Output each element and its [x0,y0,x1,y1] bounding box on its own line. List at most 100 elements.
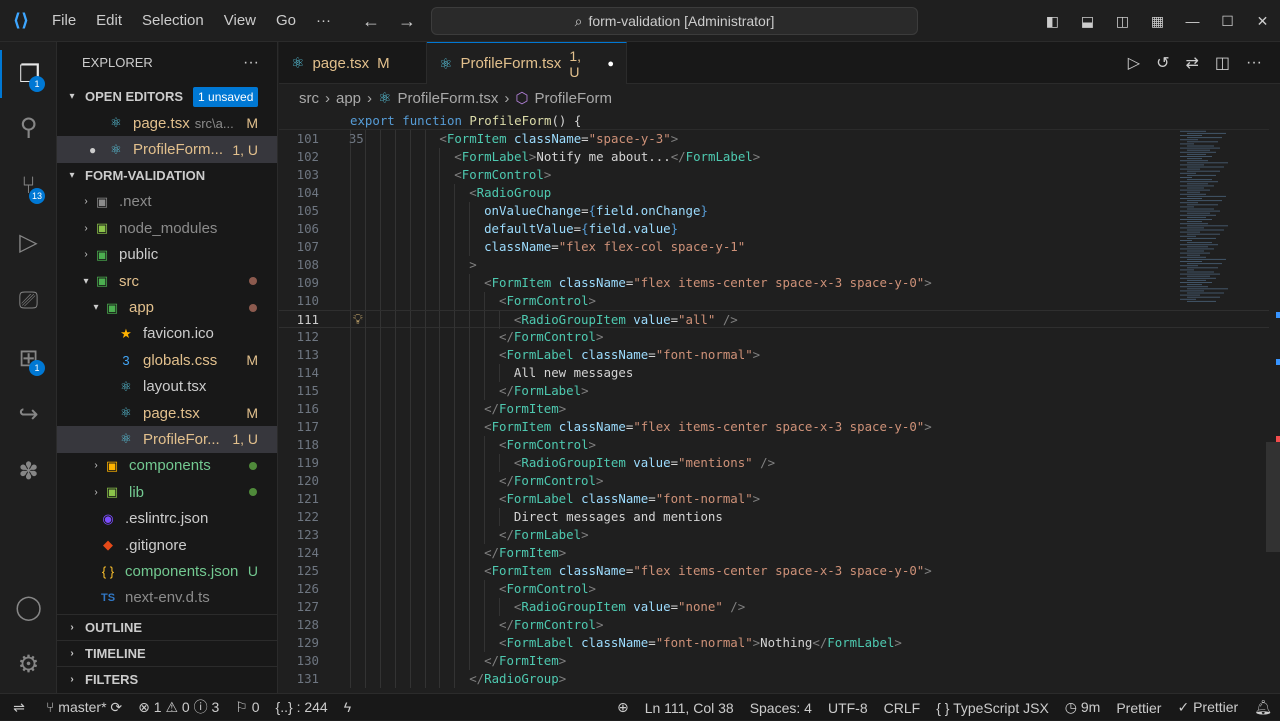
tree-item-lib[interactable]: › ▣ lib [57,479,277,505]
tree-item-profileform[interactable]: ⚛ ProfileFor... 1, U [57,426,277,453]
code-line[interactable]: 125 <FormItem className="flex items-cente… [279,562,1269,580]
branch-status[interactable]: ⑂ master* ⟳ [38,699,130,716]
code-line[interactable]: 117 <FormItem className="flex items-cente… [279,418,1269,436]
paw-icon[interactable]: ✽ [0,447,57,495]
filters-section[interactable]: › FILTERS [57,666,277,692]
code-line[interactable]: 102<FormLabel>Notify me about...</FormLa… [279,148,1269,166]
menu-view[interactable]: View [214,0,266,42]
minimap[interactable] [1176,112,1266,312]
code-line[interactable]: 120 </FormControl> [279,472,1269,490]
zoom-icon[interactable]: ⊕ [609,699,637,716]
code-line[interactable]: 130 </FormItem> [279,652,1269,670]
menu-go[interactable]: Go [266,0,306,42]
time-status[interactable]: ◷ 9m [1057,699,1109,716]
language-mode[interactable]: { } TypeScript JSX [928,700,1057,716]
code-line[interactable]: 116 </FormItem> [279,400,1269,418]
split-editor-icon[interactable]: ◫ [1215,53,1230,73]
back-arrow-icon[interactable]: ← [362,11,380,32]
manage-gear-icon[interactable]: ⚙ [0,640,57,688]
toggle-sidebar-icon[interactable]: ◧ [1035,13,1070,30]
open-editor-profileform[interactable]: ● ⚛ ProfileForm... 1, U [57,136,277,163]
compare-changes-icon[interactable]: ⇄ [1185,53,1198,73]
code-line[interactable]: 114 All new messages [279,364,1269,382]
code-line[interactable]: 106 defaultValue={field.value} [279,220,1269,238]
encoding[interactable]: UTF-8 [820,700,876,716]
problems-status[interactable]: ⊗ 1 ⚠ 0 ⓘ 3 [130,697,227,717]
line-endings[interactable]: CRLF [876,700,929,716]
lightbulb-icon[interactable]: 💡︎ [353,311,363,329]
tree-item-components[interactable]: › ▣ components [57,453,277,479]
project-section[interactable]: ▾ FORM-VALIDATION [57,163,277,189]
breadcrumb-file[interactable]: ProfileForm.tsx [397,90,498,107]
open-editor-page[interactable]: ⚛ page.tsx src\a... M [57,110,277,136]
code-line[interactable]: 113 <FormLabel className="font-normal"> [279,346,1269,364]
prettier-check[interactable]: ✓ Prettier [1169,699,1246,716]
code-line[interactable]: 123 </FormLabel> [279,526,1269,544]
prettier-status[interactable]: Prettier [1108,700,1169,716]
extensions-icon[interactable]: ⊞ 1 [0,334,57,382]
vertical-scrollbar[interactable] [1266,112,1280,693]
code-line[interactable]: 110 <FormControl> [279,292,1269,310]
code-line[interactable]: 119 <RadioGroupItem value="mentions" /> [279,454,1269,472]
breadcrumb-src[interactable]: src [299,90,319,107]
remote-indicator-icon[interactable]: ⇌ [0,694,38,721]
tree-item-globals-css[interactable]: 3 globals.css M [57,347,277,373]
code-line[interactable]: 129 <FormLabel className="font-normal">No… [279,634,1269,652]
code-line[interactable]: 131 </RadioGroup> [279,670,1269,688]
run-icon[interactable]: ▷ [1128,53,1140,73]
tree-item-favicon[interactable]: ★ favicon.ico [57,321,277,347]
symbol-status[interactable]: {..} : 244 [268,699,336,715]
forward-arrow-icon[interactable]: → [398,11,416,32]
ports-status[interactable]: ⚐ 0 [227,699,267,716]
code-editor[interactable]: 35 export function ProfileForm() { 101<F… [279,112,1280,693]
code-line[interactable]: 107 className="flex flex-col space-y-1" [279,238,1269,256]
menu-file[interactable]: File [42,0,86,42]
tab-profileform-tsx[interactable]: ⚛ ProfileForm.tsx 1, U ● [427,42,627,84]
more-actions-icon[interactable]: ··· [243,42,259,84]
tree-item-next-env[interactable]: TS next-env.d.ts [57,585,277,611]
live-share-icon[interactable]: ↪ [0,390,57,438]
maximize-icon[interactable]: ☐ [1210,13,1245,30]
code-line[interactable]: 121 <FormLabel className="font-normal"> [279,490,1269,508]
tree-item-node-modules[interactable]: › ▣ node_modules [57,215,277,241]
tab-page-tsx[interactable]: ⚛ page.tsx M [279,42,427,84]
code-line[interactable]: 118 <FormControl> [279,436,1269,454]
unsaved-dot-icon[interactable]: ● [607,58,614,70]
tree-item-next[interactable]: › ▣ .next [57,189,277,215]
tree-item-app[interactable]: ▾ ▣ app [57,294,277,320]
run-debug-icon[interactable]: ▷ [0,218,57,266]
remote-explorer-icon[interactable]: ⎚ [0,277,57,325]
customize-layout-icon[interactable]: ▦ [1140,13,1175,30]
code-line[interactable]: 124 </FormItem> [279,544,1269,562]
close-icon[interactable]: ✕ [1245,13,1280,30]
code-line[interactable]: 104 <RadioGroup [279,184,1269,202]
lightning-icon[interactable]: ϟ [336,699,359,715]
code-line[interactable]: 122 Direct messages and mentions [279,508,1269,526]
tree-item-eslintrc[interactable]: ◉ .eslintrc.json [57,505,277,531]
code-line[interactable]: 103<FormControl> [279,166,1269,184]
search-view-icon[interactable]: ⚲ [0,103,57,151]
timeline-section[interactable]: › TIMELINE [57,640,277,666]
tree-item-components-json[interactable]: { } components.json U [57,558,277,584]
unsaved-dot-icon[interactable]: ● [89,143,107,157]
cursor-position[interactable]: Ln 111, Col 38 [637,700,742,716]
breadcrumb-app[interactable]: app [336,90,361,107]
code-line[interactable]: 112 </FormControl> [279,328,1269,346]
tree-item-src[interactable]: ▾ ▣ src [57,268,277,294]
code-line[interactable]: 115 </FormLabel> [279,382,1269,400]
scrollbar-thumb[interactable] [1266,442,1280,552]
accounts-icon[interactable]: ◯ [0,583,57,631]
more-actions-icon[interactable]: ··· [1246,54,1262,72]
timeline-history-icon[interactable]: ↺ [1156,53,1169,73]
code-line[interactable]: 127 <RadioGroupItem value="none" /> [279,598,1269,616]
menu-selection[interactable]: Selection [132,0,214,42]
menu-more[interactable]: ··· [306,0,341,42]
menu-edit[interactable]: Edit [86,0,132,42]
code-line[interactable]: 128 </FormControl> [279,616,1269,634]
indentation[interactable]: Spaces: 4 [742,700,820,716]
tree-item-public[interactable]: › ▣ public [57,242,277,268]
command-center-search[interactable]: ⌕ form-validation [Administrator] [431,7,918,35]
tree-item-layout[interactable]: ⚛ layout.tsx [57,374,277,400]
code-line[interactable]: 101<FormItem className="space-y-3"> [279,130,1269,148]
source-control-icon[interactable]: ⑂ 13 [0,162,57,210]
